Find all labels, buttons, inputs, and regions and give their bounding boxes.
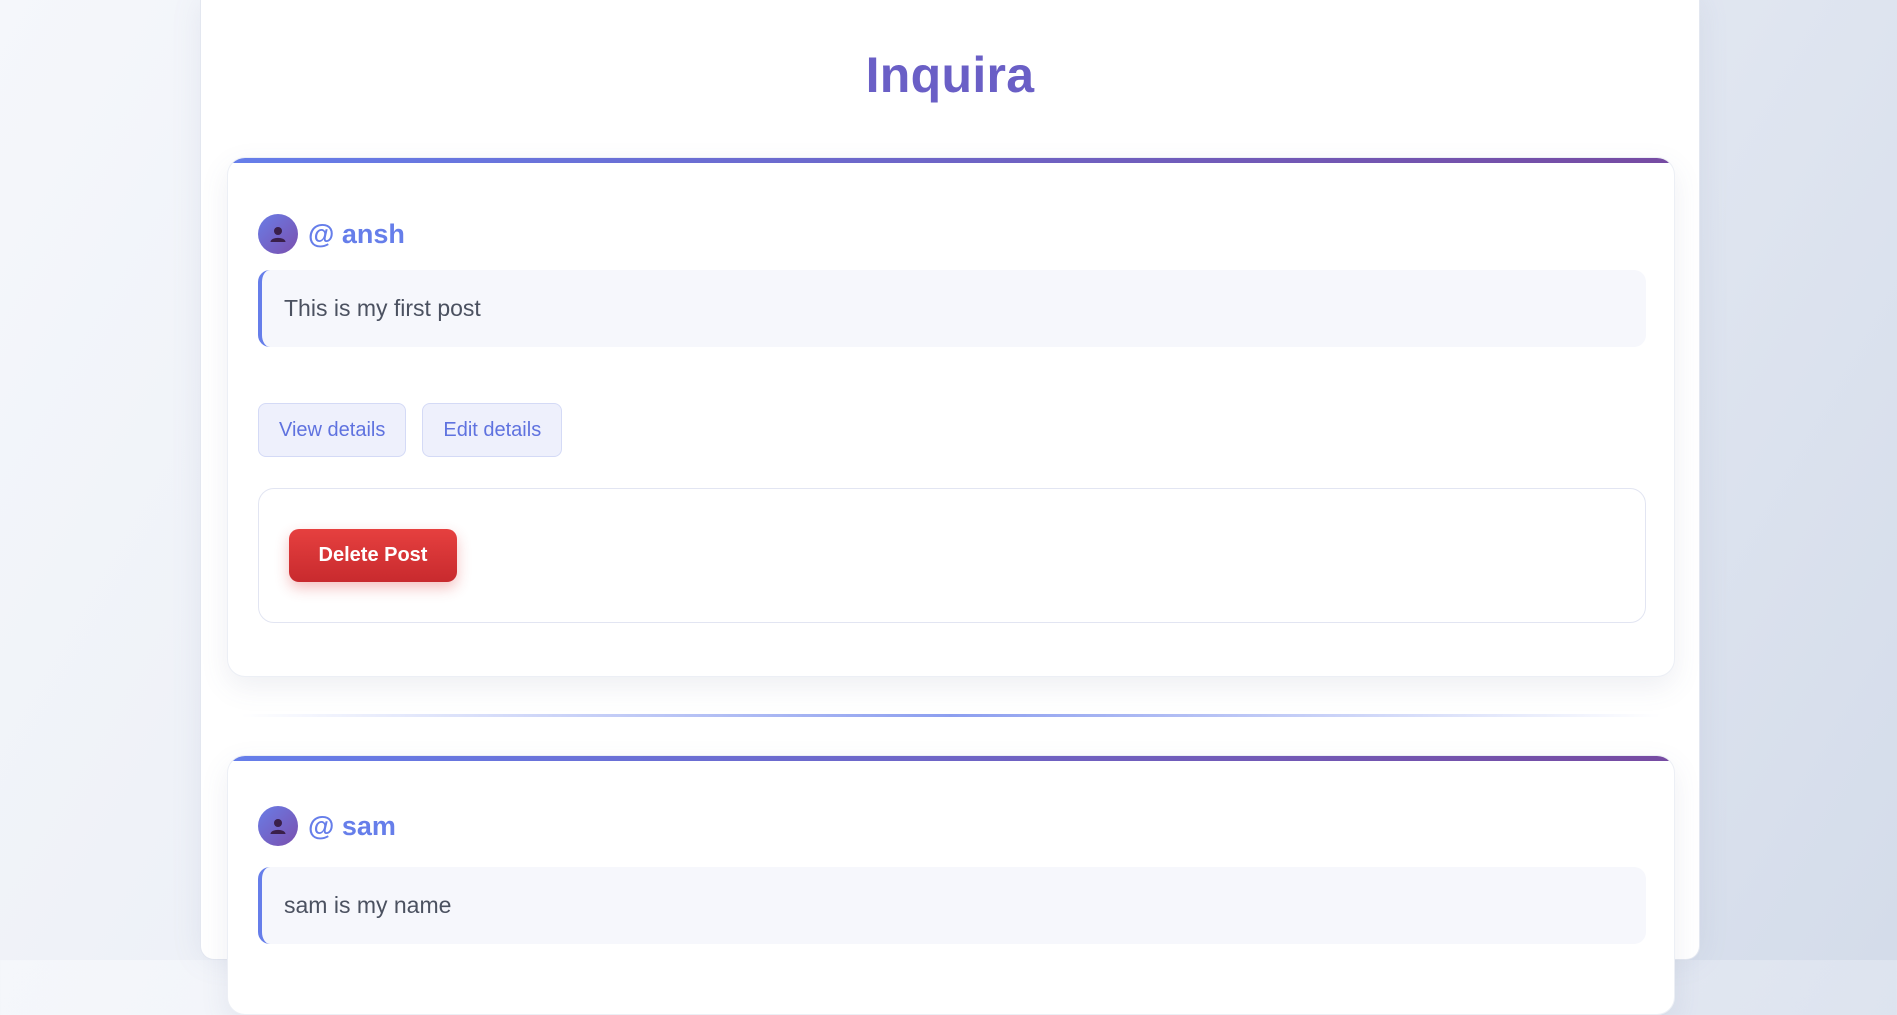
post-card: @ sam sam is my name	[227, 755, 1675, 1015]
post-card: @ ansh This is my first post View detail…	[227, 157, 1675, 677]
user-icon	[258, 806, 298, 846]
view-details-button[interactable]: View details	[258, 403, 407, 457]
post-author: @ ansh	[258, 214, 405, 254]
username-text: sam	[341, 810, 396, 841]
post-actions: View details Edit details	[258, 403, 563, 457]
username-text: ansh	[341, 218, 405, 249]
at-symbol: @	[308, 218, 342, 249]
post-content: This is my first post	[258, 270, 1646, 347]
post-author: @ sam	[258, 806, 396, 846]
author-username[interactable]: @ ansh	[308, 219, 405, 250]
post-content: sam is my name	[258, 867, 1646, 944]
delete-post-button[interactable]: Delete Post	[289, 529, 457, 582]
at-symbol: @	[308, 810, 342, 841]
edit-details-button[interactable]: Edit details	[422, 403, 563, 457]
user-icon	[258, 214, 298, 254]
main-container: Inquira @ ansh This is my first post Vie…	[200, 0, 1700, 1015]
page-title: Inquira	[865, 47, 1035, 103]
author-username[interactable]: @ sam	[308, 811, 396, 842]
delete-form: Delete Post	[258, 488, 1646, 623]
post-divider	[241, 714, 1661, 717]
